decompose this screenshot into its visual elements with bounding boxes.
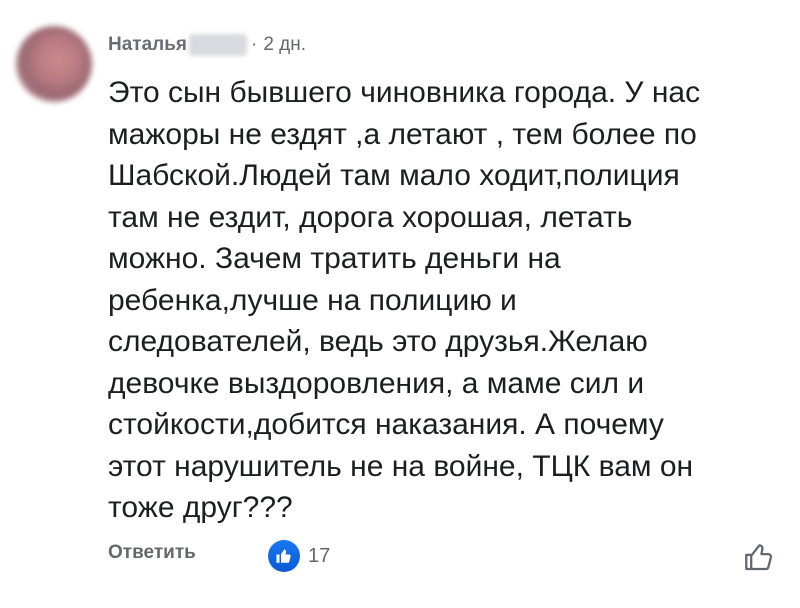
avatar[interactable] [16, 26, 92, 102]
thumbs-up-outline-icon [745, 544, 773, 571]
comment: Наталья · 2 дн. Это сын бывшего чиновник… [0, 0, 800, 608]
like-button[interactable] [740, 538, 778, 576]
comment-text: Это сын бывшего чиновника города. У нас … [108, 72, 778, 529]
comment-text-line: Это сын бывшего чиновника города. У нас [108, 76, 701, 109]
meta-separator: · [251, 34, 258, 55]
comment-text-line: этот нарушитель не на войне, ТЦК вам он [108, 449, 694, 483]
comment-header: Наталья · 2 дн. [108, 30, 306, 60]
reply-button[interactable]: Ответить [108, 542, 196, 564]
like-count: 17 [308, 544, 331, 567]
comment-actions: Ответить 17 [108, 538, 778, 574]
comment-text-line: Шабской.Людей там мало ходит,полиция [108, 159, 680, 192]
comment-text-line: тоже друг??? [108, 491, 293, 524]
comment-text-line: следователей, ведь это друзья.Желаю [108, 325, 648, 358]
author-name[interactable]: Наталья [108, 34, 187, 56]
comment-time[interactable]: 2 дн. [263, 34, 306, 56]
comment-text-line: мажоры не ездят ,а летают , тем более по [108, 117, 697, 151]
comment-text-line: стойкости,добится наказания. А почему [108, 408, 664, 441]
reaction-summary[interactable]: 17 [268, 538, 330, 574]
comment-text-line: там не ездит, дорога хорошая, летать [108, 200, 633, 234]
comment-text-line: можно. Зачем тратить деньги на [108, 242, 561, 275]
comment-text-line: девочке выздоровления, а маме сил и [108, 366, 645, 400]
thumbs-up-icon [268, 540, 300, 572]
redacted-surname [189, 34, 247, 56]
comment-text-line: ребенка,лучше на полицию и [108, 283, 517, 317]
